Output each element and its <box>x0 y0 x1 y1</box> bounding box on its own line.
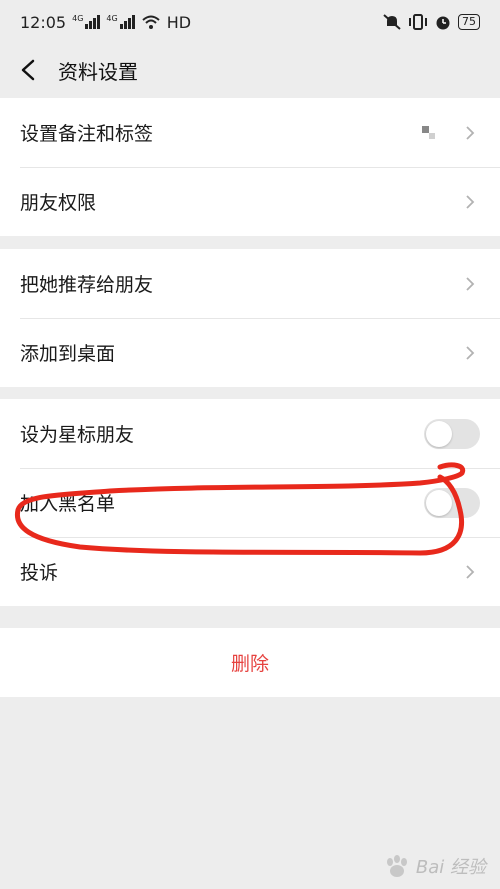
network-type-1: 4G <box>72 14 84 23</box>
row-label: 投诉 <box>20 562 59 584</box>
chevron-right-icon <box>466 564 475 579</box>
delete-group: 删除 <box>0 628 500 697</box>
row-label: 添加到桌面 <box>20 343 116 365</box>
delete-button[interactable]: 删除 <box>0 628 500 697</box>
star-friend-toggle[interactable] <box>424 418 480 449</box>
chevron-right-icon <box>466 276 475 291</box>
battery-indicator: 75 <box>458 14 480 30</box>
status-left: 12:05 4G 4G HD <box>20 13 191 32</box>
avatar <box>422 125 438 140</box>
vibrate-icon <box>409 14 427 30</box>
row-label: 加入黑名单 <box>20 493 116 515</box>
row-label: 把她推荐给朋友 <box>20 274 154 296</box>
title-bar: 资料设置 <box>0 44 500 96</box>
settings-group-share: 把她推荐给朋友 添加到桌面 <box>0 249 500 387</box>
alarm-icon <box>436 16 450 30</box>
row-set-remark[interactable]: 设置备注和标签 <box>0 98 500 167</box>
status-time: 12:05 <box>20 12 67 32</box>
hd-indicator: HD <box>166 12 192 32</box>
delete-label: 删除 <box>230 653 269 675</box>
toggle-knob <box>426 489 452 516</box>
toggle-knob <box>426 420 452 447</box>
settings-group-remark: 设置备注和标签 朋友权限 <box>0 98 500 236</box>
watermark-text: Bai 经验 <box>415 857 486 878</box>
watermark: Bai 经验 <box>384 853 486 879</box>
chevron-left-icon <box>21 59 35 81</box>
row-friend-permissions[interactable]: 朋友权限 <box>0 167 500 236</box>
status-right: 75 <box>382 13 480 31</box>
row-label: 设为星标朋友 <box>20 424 135 446</box>
page-title: 资料设置 <box>58 59 138 84</box>
chevron-right-icon <box>466 194 475 209</box>
signal-icon-1: 4G <box>72 14 101 29</box>
status-bar: 12:05 4G 4G HD 75 <box>0 0 500 44</box>
row-label: 设置备注和标签 <box>20 123 154 145</box>
row-blacklist: 加入黑名单 <box>0 468 500 537</box>
signal-icon-2: 4G <box>106 14 135 29</box>
row-complain[interactable]: 投诉 <box>0 537 500 606</box>
row-recommend-to-friend[interactable]: 把她推荐给朋友 <box>0 249 500 318</box>
row-star-friend: 设为星标朋友 <box>0 399 500 468</box>
row-add-to-desktop[interactable]: 添加到桌面 <box>0 318 500 387</box>
wifi-icon <box>142 15 160 29</box>
back-button[interactable] <box>10 52 46 88</box>
chevron-right-icon <box>466 345 475 360</box>
chevron-right-icon <box>466 125 475 140</box>
blacklist-toggle[interactable] <box>424 487 480 518</box>
paw-icon <box>386 855 407 877</box>
settings-group-privacy: 设为星标朋友 加入黑名单 投诉 <box>0 399 500 606</box>
mute-bell-icon <box>383 14 401 30</box>
network-type-2: 4G <box>106 14 118 23</box>
row-label: 朋友权限 <box>20 192 97 214</box>
